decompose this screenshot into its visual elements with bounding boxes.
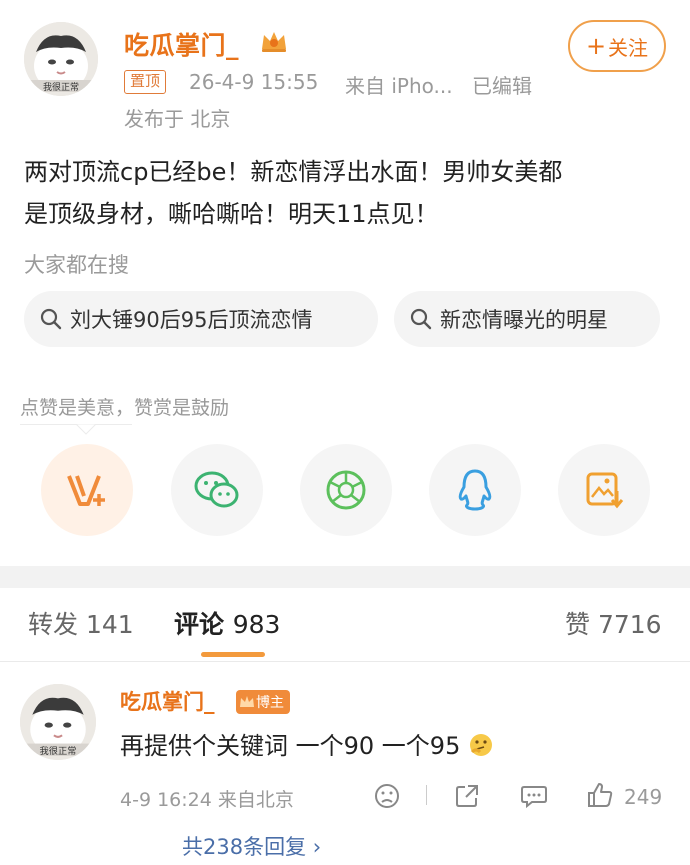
edited-label[interactable]: 已编辑 bbox=[472, 70, 532, 99]
save-image-icon bbox=[586, 472, 624, 509]
follow-button[interactable]: + 关注 bbox=[568, 20, 666, 72]
svg-text:我很正常: 我很正常 bbox=[43, 81, 79, 93]
save-image-button[interactable] bbox=[558, 444, 650, 536]
thumbs-up-icon bbox=[588, 783, 613, 807]
blogger-badge: 博主 bbox=[236, 690, 290, 714]
view-replies-link[interactable]: 共238条回复 › bbox=[182, 831, 321, 861]
post-location: 发布于 北京 bbox=[124, 107, 231, 131]
like-comment-button[interactable] bbox=[585, 780, 615, 810]
search-pill[interactable]: 刘大锤90后95后顶流恋情 bbox=[24, 291, 378, 347]
tab-like[interactable]: 赞 7716 bbox=[565, 605, 662, 641]
share-wechat-button[interactable] bbox=[171, 444, 263, 536]
post-source: 来自 iPho... bbox=[345, 74, 453, 98]
qq-icon bbox=[458, 469, 492, 511]
cat-avatar-image: 我很正常 bbox=[20, 684, 96, 760]
dislike-button[interactable] bbox=[372, 781, 402, 811]
comment-like-count: 249 bbox=[624, 785, 663, 809]
post-content-line: 是顶级身材，嘶哈嘶哈！明天11点见！ bbox=[24, 200, 439, 228]
reply-button[interactable] bbox=[519, 781, 549, 811]
reward-tip: 点赞是美意，赞赏是鼓励 bbox=[20, 397, 230, 419]
reward-v-icon bbox=[67, 475, 105, 506]
search-icon bbox=[410, 308, 432, 330]
section-divider bbox=[0, 566, 690, 588]
comment-text: 再提供个关键词 一个90 一个95 bbox=[120, 726, 494, 761]
comment-meta: 4-9 16:24 来自北京 bbox=[120, 789, 294, 811]
wechat-icon bbox=[194, 471, 239, 508]
action-separator bbox=[426, 785, 427, 805]
vip-crown-icon bbox=[262, 32, 286, 52]
search-icon bbox=[40, 308, 62, 330]
search-pill[interactable]: 新恋情曝光的明星 bbox=[394, 291, 660, 347]
tab-repost[interactable]: 转发 141 bbox=[28, 605, 134, 641]
tip-pointer bbox=[76, 424, 96, 435]
reward-button[interactable] bbox=[41, 444, 133, 536]
pinned-badge: 置顶 bbox=[124, 70, 167, 94]
tabs-divider bbox=[0, 661, 690, 662]
plus-icon: + bbox=[585, 32, 607, 60]
svg-text:我很正常: 我很正常 bbox=[40, 745, 77, 757]
frown-icon bbox=[375, 784, 399, 808]
active-tab-indicator bbox=[201, 652, 265, 657]
comment-icon bbox=[521, 786, 547, 809]
chevron-right-icon: › bbox=[312, 835, 322, 859]
repost-comment-button[interactable] bbox=[452, 781, 482, 811]
trending-search-title: 大家都在搜 bbox=[24, 253, 129, 277]
author-name[interactable]: 吃瓜掌门_ bbox=[124, 26, 239, 62]
commenter-avatar[interactable]: 我很正常 bbox=[20, 684, 96, 760]
tab-comment[interactable]: 评论 983 bbox=[174, 605, 280, 641]
share-moments-button[interactable] bbox=[300, 444, 392, 536]
post-content-line: 两对顶流cp已经be！新恋情浮出水面！男帅女美都 bbox=[24, 158, 563, 186]
share-qq-button[interactable] bbox=[429, 444, 521, 536]
cat-avatar-image: 我很正常 bbox=[24, 22, 98, 96]
crown-icon bbox=[240, 696, 254, 707]
post-content: 两对顶流cp已经be！新恋情浮出水面！男帅女美都 是顶级身材，嘶哈嘶哈！明天11… bbox=[24, 151, 674, 235]
share-icon bbox=[456, 785, 478, 807]
commenter-name[interactable]: 吃瓜掌门_ bbox=[120, 686, 215, 716]
post-timestamp: 26-4-9 15:55 bbox=[189, 70, 319, 94]
thinking-emoji-icon bbox=[469, 734, 492, 756]
moments-icon bbox=[326, 470, 366, 510]
author-avatar[interactable]: 我很正常 bbox=[24, 22, 98, 96]
